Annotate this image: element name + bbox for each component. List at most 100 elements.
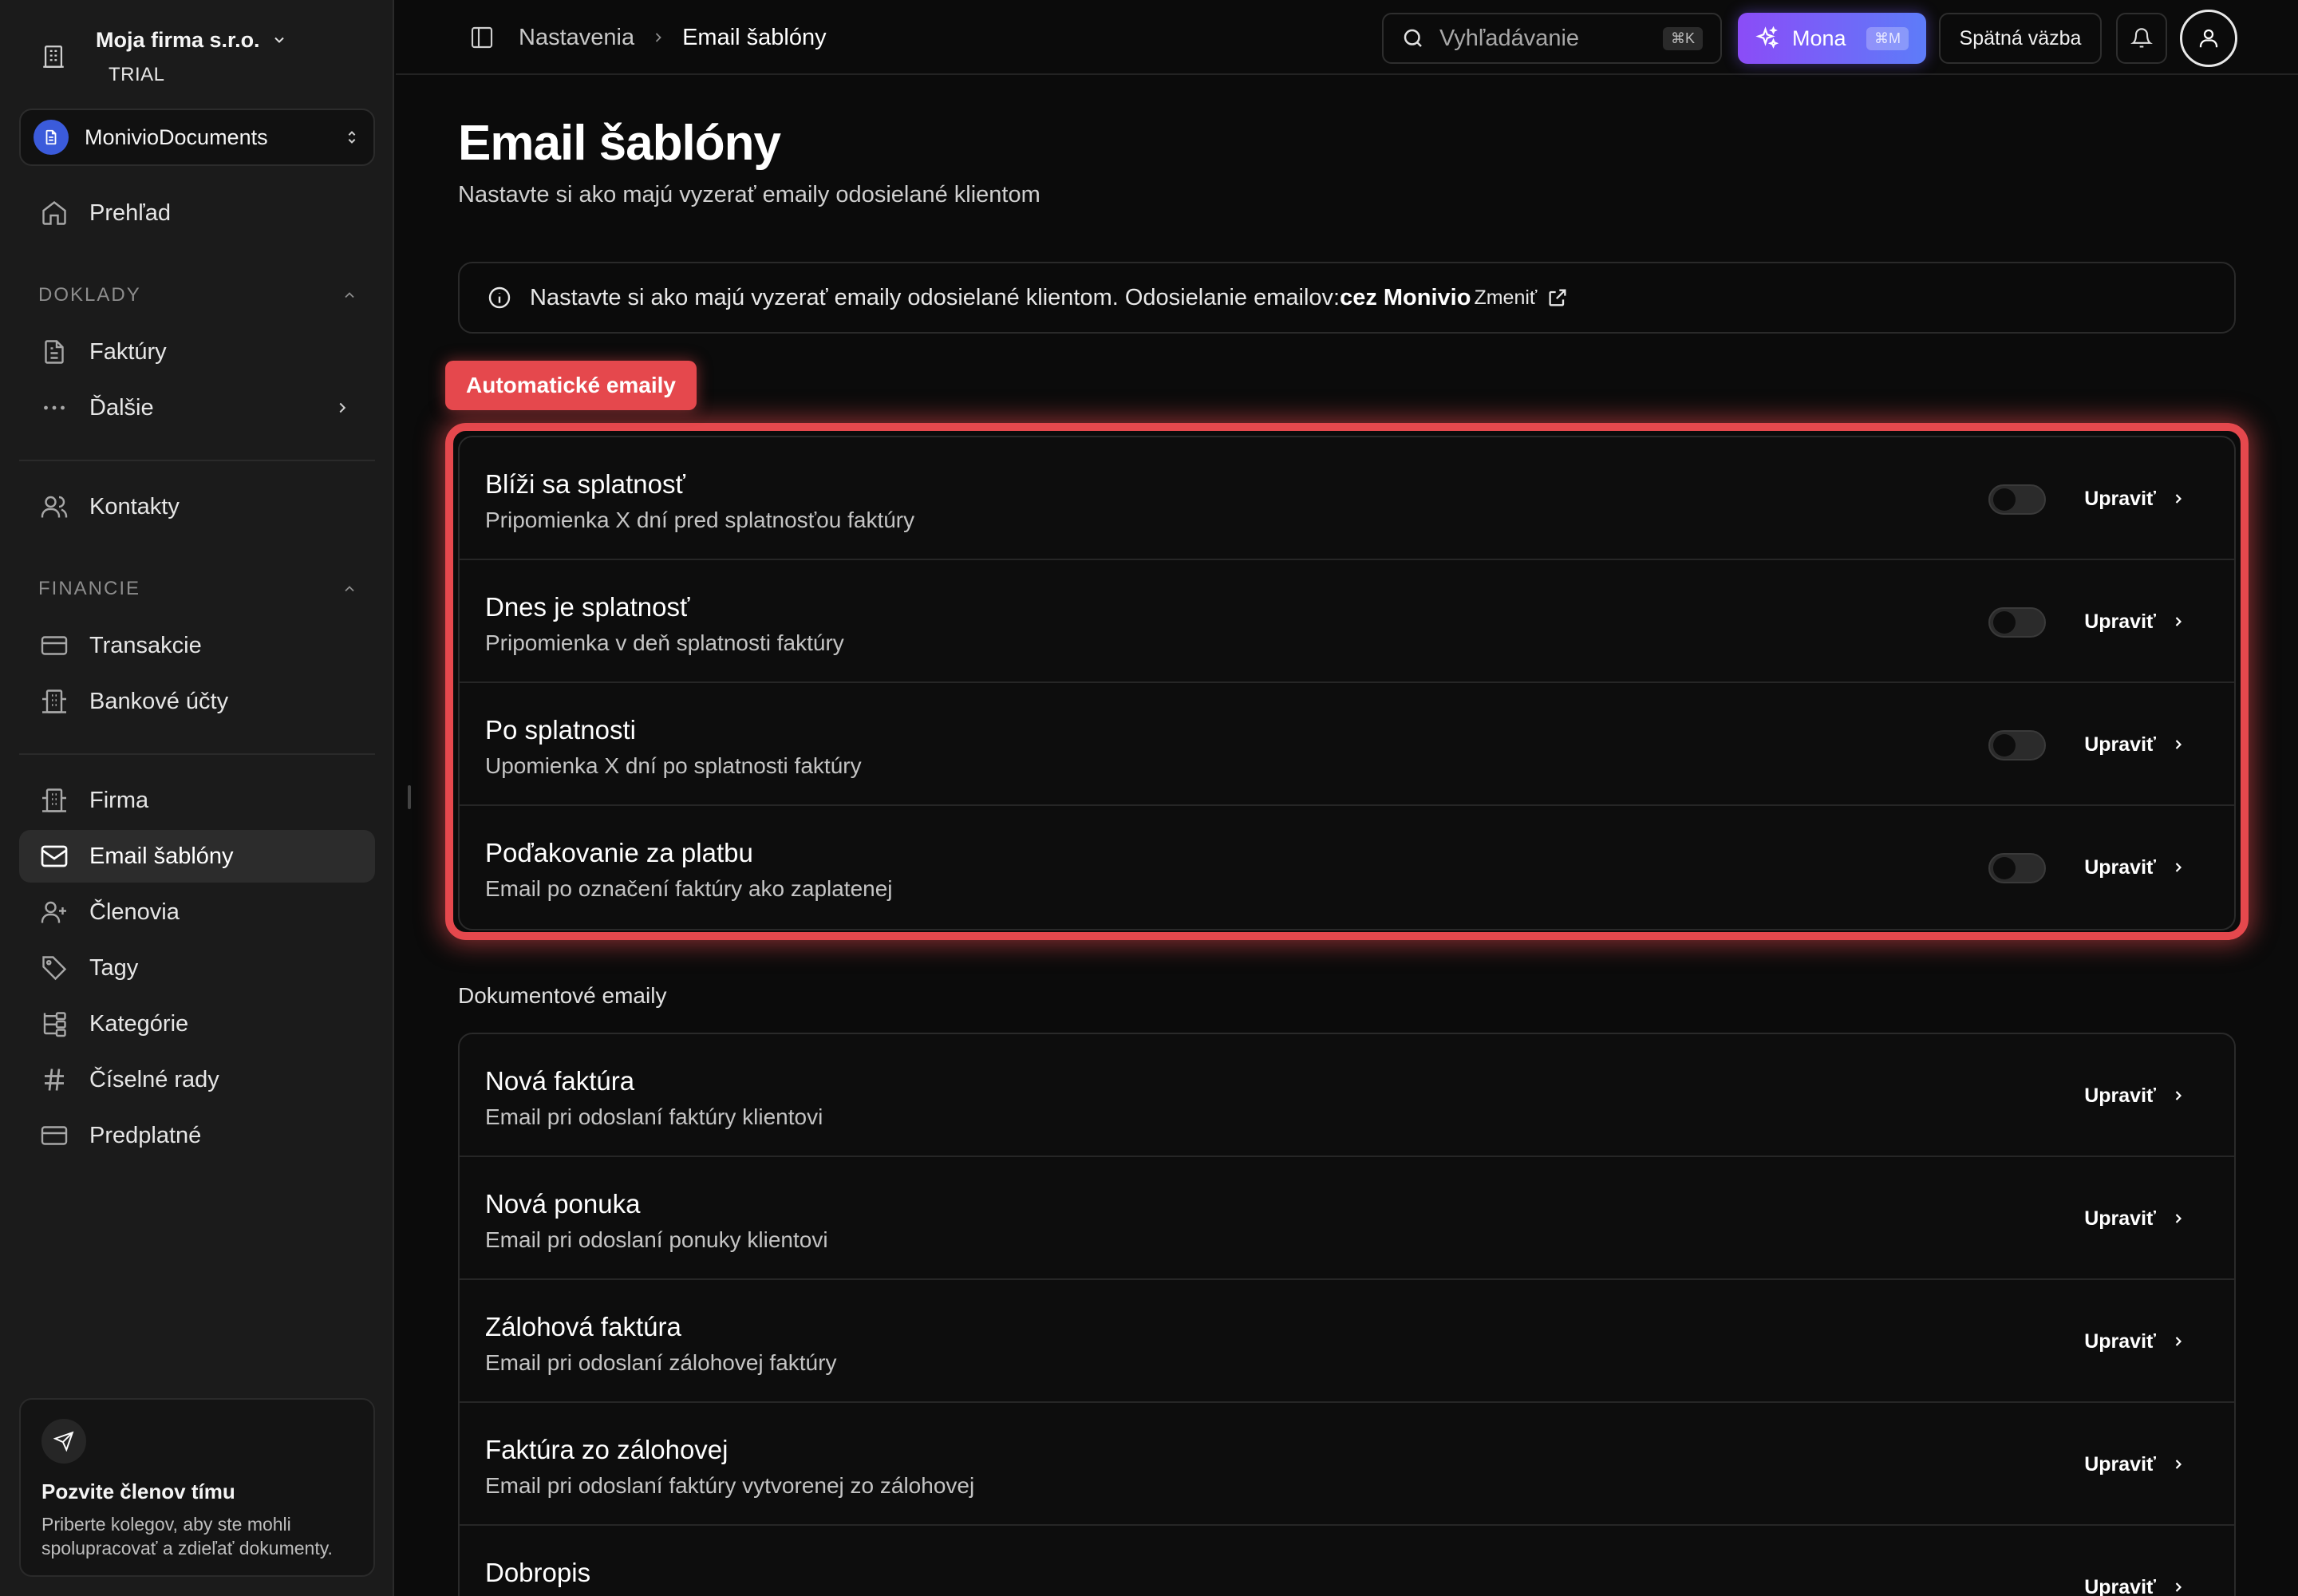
workspace-switcher[interactable]: MonivioDocuments	[19, 109, 375, 166]
sidebar-resize-handle[interactable]	[408, 785, 411, 809]
template-toggle[interactable]	[1988, 730, 2046, 760]
sidebar-item-subscription[interactable]: Predplatné	[19, 1109, 375, 1162]
breadcrumb-settings[interactable]: Nastavenia	[519, 25, 634, 51]
edit-button[interactable]: Upraviť	[2084, 683, 2186, 806]
template-description: Pripomienka v deň splatnosti faktúry	[485, 630, 844, 655]
sidebar-item-number-series[interactable]: Číselné rady	[19, 1053, 375, 1106]
sidebar-item-members[interactable]: Členovia	[19, 886, 375, 938]
sidebar-item-label: Prehľad	[89, 200, 171, 226]
section-documents-label: DOKLADY	[38, 284, 141, 306]
template-description: Pripomienka X dní pred splatnosťou faktú…	[485, 508, 915, 532]
sidebar-item-overview[interactable]: Prehľad	[19, 187, 375, 239]
template-title: Blíži sa splatnosť	[485, 469, 685, 499]
template-toggle[interactable]	[1988, 484, 2046, 515]
invite-title: Pozvite členov tímu	[41, 1479, 235, 1503]
sidebar-toggle-icon[interactable]	[469, 25, 495, 50]
sidebar-item-label: Členovia	[89, 899, 180, 925]
sidebar-item-label: Faktúry	[89, 338, 167, 365]
company-switcher[interactable]: Moja firma s.r.o. TRIAL	[35, 21, 287, 93]
edit-button[interactable]: Upraviť	[2084, 437, 2186, 560]
sidebar-item-company[interactable]: Firma	[19, 774, 375, 827]
user-menu-button[interactable]	[2180, 10, 2237, 67]
sidebar-item-label: Ďalšie	[89, 394, 154, 421]
user-plus-icon	[38, 896, 70, 928]
sidebar-item-categories[interactable]: Kategórie	[19, 998, 375, 1050]
chevron-right-icon	[2170, 859, 2186, 875]
chevron-right-icon	[2170, 1211, 2186, 1227]
sidebar-item-tags[interactable]: Tagy	[19, 942, 375, 994]
workspace-name: MonivioDocuments	[85, 124, 268, 149]
email-provider: cez Monivio	[1340, 284, 1471, 310]
page-subtitle: Nastavte si ako majú vyzerať emaily odos…	[458, 182, 1040, 207]
info-text: Nastavte si ako majú vyzerať emaily odos…	[530, 284, 1340, 310]
sidebar-item-label: Transakcie	[89, 632, 202, 658]
edit-label: Upraviť	[2084, 1329, 2156, 1353]
mail-icon	[38, 840, 70, 872]
sidebar-item-label: Tagy	[89, 954, 139, 981]
list-item: Poďakovanie za platbu Email po označení …	[460, 806, 2234, 929]
sidebar-item-invoices[interactable]: Faktúry	[19, 326, 375, 378]
search-input[interactable]: Vyhľadávanie ⌘K	[1382, 13, 1722, 64]
section-finance[interactable]: FINANCIE	[38, 578, 357, 600]
building-icon	[35, 38, 72, 75]
tag-icon	[38, 952, 70, 984]
edit-label: Upraviť	[2084, 855, 2156, 879]
edit-label: Upraviť	[2084, 1575, 2156, 1596]
chevron-up-icon	[342, 581, 357, 597]
section-finance-label: FINANCIE	[38, 578, 141, 599]
breadcrumb: Nastavenia Email šablóny	[469, 0, 827, 75]
invite-card[interactable]: Pozvite členov tímu Priberte kolegov, ab…	[19, 1398, 375, 1577]
template-description: Email pri odoslaní faktúry klientovi	[485, 1104, 823, 1129]
sidebar-divider	[19, 753, 375, 755]
list-item: Dnes je splatnosť Pripomienka v deň spla…	[460, 560, 2234, 683]
edit-button[interactable]: Upraviť	[2084, 1526, 2186, 1596]
edit-button[interactable]: Upraviť	[2084, 1403, 2186, 1526]
list-item: Zálohová faktúra Email pri odoslaní zálo…	[460, 1280, 2234, 1403]
sidebar-item-label: Bankové účty	[89, 688, 229, 714]
sidebar-item-transactions[interactable]: Transakcie	[19, 619, 375, 672]
sidebar-item-contacts[interactable]: Kontakty	[19, 480, 375, 533]
invite-description: Priberte kolegov, aby ste mohli spolupra…	[41, 1514, 333, 1558]
edit-button[interactable]: Upraviť	[2084, 560, 2186, 683]
section-documents[interactable]: DOKLADY	[38, 284, 357, 306]
toggle-knob	[1993, 488, 2016, 511]
folder-tree-icon	[38, 1008, 70, 1040]
sidebar-item-label: Email šablóny	[89, 843, 234, 869]
send-icon	[41, 1419, 86, 1464]
feedback-button[interactable]: Spätná väzba	[1939, 13, 2102, 64]
sidebar-item-more[interactable]: Ďalšie	[19, 381, 375, 434]
template-title: Nová faktúra	[485, 1066, 635, 1096]
template-description: Email po označení faktúry ako zaplatenej	[485, 876, 893, 901]
list-item: Nová ponuka Email pri odoslaní ponuky kl…	[460, 1157, 2234, 1280]
template-title: Dobropis	[485, 1558, 591, 1587]
edit-button[interactable]: Upraviť	[2084, 1034, 2186, 1157]
chevron-right-icon	[2170, 1579, 2186, 1595]
list-item: Blíži sa splatnosť Pripomienka X dní pre…	[460, 437, 2234, 560]
edit-label: Upraviť	[2084, 733, 2156, 756]
bell-icon	[2130, 27, 2153, 49]
chevron-right-icon	[2170, 1456, 2186, 1472]
sidebar-item-label: Kontakty	[89, 493, 180, 519]
external-link-icon[interactable]	[1546, 286, 1569, 309]
template-toggle[interactable]	[1988, 607, 2046, 638]
edit-label: Upraviť	[2084, 1084, 2156, 1107]
template-title: Nová ponuka	[485, 1189, 641, 1219]
chevron-right-icon	[2170, 737, 2186, 753]
chevron-down-icon	[271, 32, 287, 48]
edit-button[interactable]: Upraviť	[2084, 806, 2186, 929]
chevron-right-icon	[2170, 1088, 2186, 1104]
mona-assistant-button[interactable]: Mona ⌘M	[1738, 13, 1926, 64]
list-item: Dobropis Upraviť	[460, 1526, 2234, 1596]
notifications-button[interactable]	[2116, 13, 2167, 64]
template-description: Upomienka X dní po splatnosti faktúry	[485, 753, 862, 778]
change-provider-link[interactable]: Zmeniť	[1474, 286, 1537, 310]
edit-button[interactable]: Upraviť	[2084, 1157, 2186, 1280]
template-toggle[interactable]	[1988, 853, 2046, 883]
sidebar-item-email-templates[interactable]: Email šablóny	[19, 830, 375, 883]
mona-label: Mona	[1792, 26, 1846, 50]
template-description: Email pri odoslaní ponuky klientovi	[485, 1227, 828, 1252]
edit-button[interactable]: Upraviť	[2084, 1280, 2186, 1403]
more-horizontal-icon	[38, 392, 70, 424]
chevron-right-icon	[334, 399, 351, 417]
sidebar-item-bank-accounts[interactable]: Bankové účty	[19, 675, 375, 728]
